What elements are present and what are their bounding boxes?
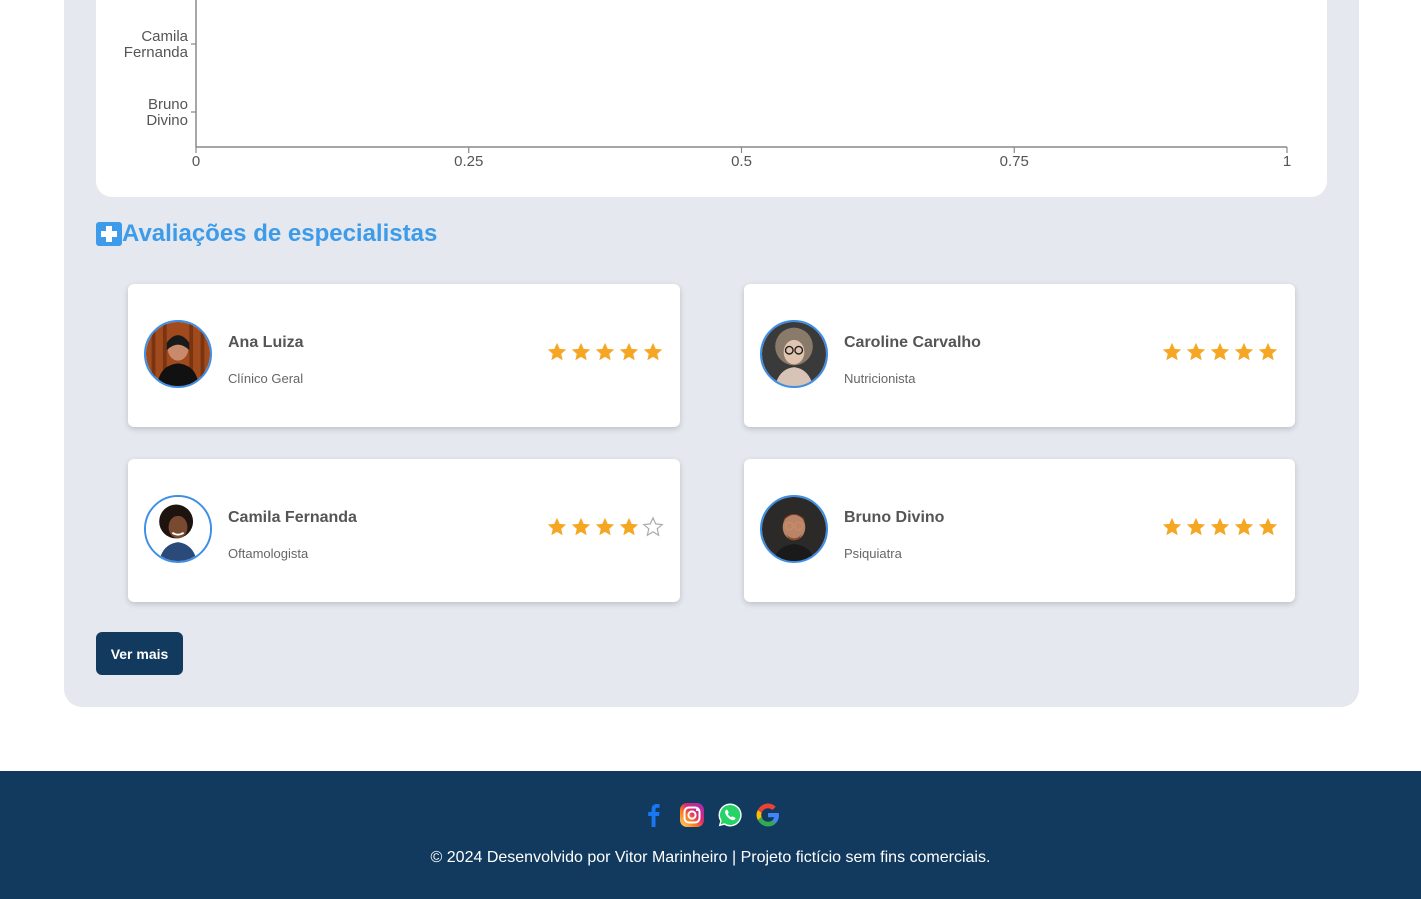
social-links — [0, 802, 1421, 828]
facebook-icon[interactable] — [641, 802, 667, 828]
star-filled-icon — [1162, 517, 1182, 536]
x-tick-label: 1 — [1283, 153, 1291, 170]
whatsapp-icon[interactable] — [717, 802, 743, 828]
avatar — [760, 320, 828, 388]
review-card: Ana Luiza Clínico Geral — [128, 284, 680, 427]
reviewer-specialty: Clínico Geral — [228, 371, 304, 386]
ver-mais-button[interactable]: Ver mais — [96, 632, 183, 675]
star-filled-icon — [1258, 342, 1278, 361]
x-tick-label: 0 — [192, 153, 200, 170]
reviewer-specialty: Psiquiatra — [844, 546, 902, 561]
avatar — [144, 320, 212, 388]
star-rating — [1161, 516, 1279, 538]
google-icon[interactable] — [755, 802, 781, 828]
star-filled-icon — [595, 517, 615, 536]
review-card: Camila Fernanda Oftamologista — [128, 459, 680, 602]
x-tick-label: 0.25 — [454, 153, 483, 170]
star-filled-icon — [1162, 342, 1182, 361]
instagram-icon[interactable] — [679, 802, 705, 828]
star-filled-icon — [643, 342, 663, 361]
footer: © 2024 Desenvolvido por Vitor Marinheiro… — [0, 771, 1421, 899]
star-filled-icon — [1234, 342, 1254, 361]
star-empty-icon — [642, 516, 664, 537]
avatar — [144, 495, 212, 563]
review-card: Bruno Divino Psiquiatra — [744, 459, 1295, 602]
star-filled-icon — [1186, 517, 1206, 536]
star-filled-icon — [547, 342, 567, 361]
reviewer-name: Caroline Carvalho — [844, 334, 981, 351]
review-card: Caroline Carvalho Nutricionista — [744, 284, 1295, 427]
star-rating — [546, 516, 664, 538]
star-filled-icon — [1210, 342, 1230, 361]
star-filled-icon — [571, 517, 591, 536]
star-filled-icon — [1186, 342, 1206, 361]
star-filled-icon — [619, 342, 639, 361]
star-rating — [1161, 341, 1279, 363]
y-tick-label: Camila Fernanda — [124, 28, 189, 61]
star-filled-icon — [595, 342, 615, 361]
avatar — [760, 495, 828, 563]
section-heading: Avaliações de especialistas — [96, 220, 437, 248]
y-tick-label: Bruno Divino — [146, 96, 188, 129]
reviewer-specialty: Nutricionista — [844, 371, 916, 386]
star-filled-icon — [619, 517, 639, 536]
medical-cross-icon — [96, 222, 122, 246]
reviewer-name: Camila Fernanda — [228, 509, 357, 526]
star-filled-icon — [547, 517, 567, 536]
star-filled-icon — [1234, 517, 1254, 536]
star-filled-icon — [1258, 517, 1278, 536]
copyright-text: © 2024 Desenvolvido por Vitor Marinheiro… — [430, 849, 991, 866]
reviewer-specialty: Oftamologista — [228, 546, 309, 561]
star-rating — [546, 341, 664, 363]
x-tick-label: 0.5 — [731, 153, 752, 170]
ratings-chart: 0 0.25 0.5 0.75 1 Camila Fernanda Bruno Divino — [124, 0, 1291, 170]
section-title: Avaliações de especialistas — [122, 220, 438, 247]
star-filled-icon — [1210, 517, 1230, 536]
x-tick-label: 0.75 — [1000, 153, 1029, 170]
reviewer-name: Ana Luiza — [228, 334, 304, 351]
star-filled-icon — [571, 342, 591, 361]
reviewer-name: Bruno Divino — [844, 509, 945, 526]
